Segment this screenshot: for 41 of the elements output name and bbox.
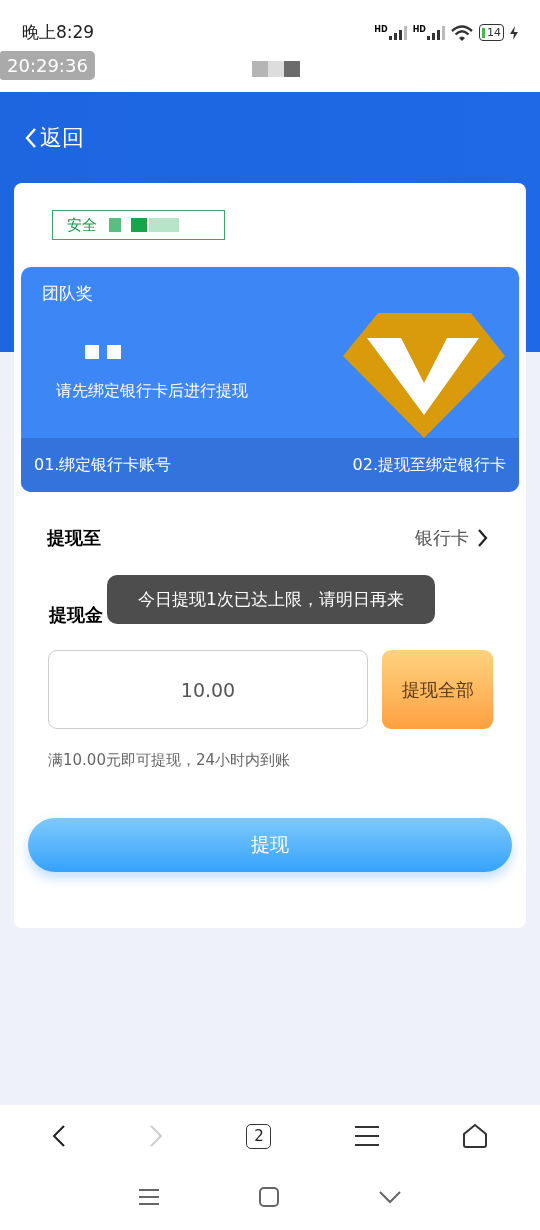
back-system-button[interactable] — [379, 1190, 401, 1204]
tabs-button[interactable]: 2 — [246, 1123, 272, 1149]
amount-field[interactable]: 10.00 — [48, 650, 368, 729]
destination-label: 提现至 — [47, 526, 101, 550]
bind-card-notice: 请先绑定银行卡后进行提现 — [56, 379, 248, 402]
amount-hint: 满10.00元即可提现，24小时内到账 — [48, 750, 292, 771]
signal-icon — [388, 25, 407, 40]
menu-icon — [354, 1125, 379, 1147]
clock-badge: 20:29:36 — [0, 50, 95, 80]
toast-message: 今日提现1次已达上限，请明日再来 — [107, 575, 435, 624]
back-button[interactable]: 返回 — [24, 121, 84, 154]
bank-card-selector[interactable]: 银行卡 — [415, 524, 488, 551]
home-button[interactable] — [462, 1123, 489, 1149]
chevron-right-icon — [477, 527, 488, 548]
menu-icon — [139, 1188, 159, 1206]
step-label: 02.提现至绑定银行卡 — [352, 454, 506, 476]
chevron-down-icon — [379, 1190, 401, 1204]
vip-diamond-icon — [343, 313, 505, 438]
chevron-left-icon — [51, 1124, 66, 1148]
menu-button[interactable] — [354, 1125, 379, 1147]
network-type: HD — [374, 25, 388, 34]
battery-level: 14 — [487, 27, 501, 39]
network-type: HD — [412, 25, 426, 34]
amount-label: 提现金 — [49, 603, 103, 627]
signal-icon — [427, 25, 445, 40]
withdraw-all-button[interactable]: 提现全部 — [382, 650, 493, 729]
redaction-mosaic — [252, 61, 300, 77]
home-system-button[interactable] — [259, 1187, 279, 1207]
square-icon — [259, 1187, 279, 1207]
charging-icon — [510, 25, 518, 40]
step-label: 01.绑定银行卡账号 — [34, 454, 172, 476]
chevron-right-icon — [149, 1124, 164, 1148]
back-nav-button[interactable] — [51, 1124, 66, 1148]
redaction-mosaic — [85, 344, 121, 359]
home-icon — [462, 1123, 489, 1149]
back-icon — [24, 126, 38, 149]
panel-title: 团队奖 — [42, 282, 94, 305]
status-time: 晚上8:29 — [22, 21, 95, 44]
security-badge: 安全 — [52, 210, 225, 240]
wifi-icon — [451, 24, 473, 41]
recent-apps-button[interactable] — [139, 1188, 159, 1206]
